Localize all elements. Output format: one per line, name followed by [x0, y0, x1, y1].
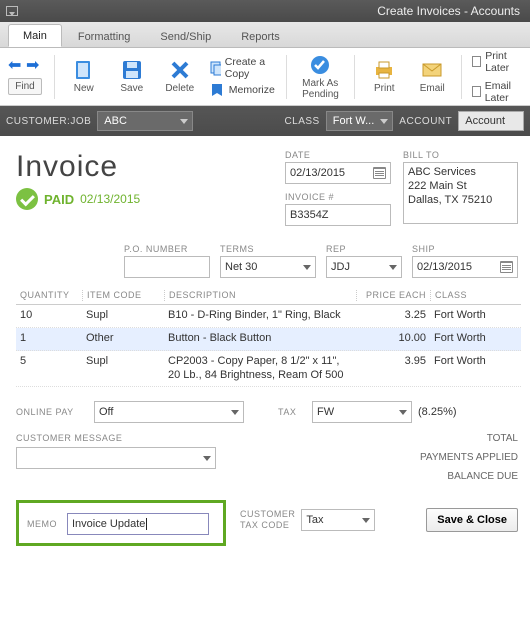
checkbox-icon	[472, 56, 481, 67]
account-label: ACCOUNT	[399, 116, 452, 127]
chevron-down-icon	[203, 456, 211, 461]
customerjob-dropdown[interactable]: ABC	[97, 111, 193, 131]
email-icon	[421, 59, 443, 81]
tab-formatting[interactable]: Formatting	[64, 26, 145, 47]
chevron-down-icon	[389, 265, 397, 270]
ship-date-field[interactable]: 02/13/2015	[412, 256, 518, 278]
ribbon: ⬅ ➡ Find New Save Delete Create a Copy M…	[0, 48, 530, 106]
table-row[interactable]: 10SuplB10 - D-Ring Binder, 1" Ring, Blac…	[16, 305, 521, 328]
rep-label: REP	[326, 244, 402, 254]
total-label: TOTAL	[398, 433, 518, 444]
chevron-down-icon	[303, 265, 311, 270]
customer-taxcode-dropdown[interactable]: Tax	[301, 509, 375, 531]
date-label: DATE	[285, 150, 391, 160]
po-label: P.O. NUMBER	[124, 244, 210, 254]
title-bar: Create Invoices - Accounts	[0, 0, 530, 22]
chevron-down-icon	[231, 410, 239, 415]
save-icon	[121, 59, 143, 81]
col-class: CLASS	[430, 290, 510, 301]
memo-label: MEMO	[27, 519, 57, 529]
find-button[interactable]: Find	[8, 78, 41, 95]
col-quantity: QUANTITY	[16, 290, 82, 301]
paid-label: PAID	[44, 192, 74, 207]
line-items-table: QUANTITY ITEM CODE DESCRIPTION PRICE EAC…	[16, 290, 521, 387]
terms-dropdown[interactable]: Net 30	[220, 256, 316, 278]
paid-date: 02/13/2015	[80, 192, 140, 206]
class-label: CLASS	[284, 116, 319, 127]
checkbox-icon	[472, 86, 481, 97]
print-later-checkbox[interactable]: Print Later	[472, 50, 524, 74]
copy-memorize-group: Create a Copy Memorize	[209, 56, 276, 98]
save-button[interactable]: Save	[113, 59, 151, 94]
tax-label: TAX	[278, 407, 306, 417]
memorize-icon	[209, 82, 225, 98]
billto-field[interactable]: ABC Services 222 Main St Dallas, TX 7521…	[403, 162, 518, 224]
context-bar: CUSTOMER:JOB ABC CLASS Fort W... ACCOUNT…	[0, 106, 530, 136]
delete-icon	[169, 59, 191, 81]
onlinepay-dropdown[interactable]: Off	[94, 401, 244, 423]
customerjob-label: CUSTOMER:JOB	[6, 116, 91, 127]
email-later-checkbox[interactable]: Email Later	[472, 80, 524, 104]
window-menu-icon[interactable]	[6, 6, 18, 16]
delete-button[interactable]: Delete	[161, 59, 199, 94]
paid-check-icon	[16, 188, 38, 210]
copy-icon	[209, 60, 221, 76]
mark-pending-button[interactable]: Mark AsPending	[296, 54, 344, 100]
chevron-down-icon	[180, 119, 188, 124]
tab-reports[interactable]: Reports	[227, 26, 294, 47]
calendar-icon[interactable]	[373, 167, 386, 179]
terms-label: TERMS	[220, 244, 316, 254]
ship-label: SHIP	[412, 244, 518, 254]
ribbon-tabs: Main Formatting Send/Ship Reports	[0, 22, 530, 48]
new-button[interactable]: New	[65, 59, 103, 94]
create-copy-button[interactable]: Create a Copy	[209, 56, 276, 80]
tax-percent: (8.25%)	[418, 406, 457, 418]
account-dropdown[interactable]: Account	[458, 111, 524, 131]
po-field[interactable]	[124, 256, 210, 278]
tab-sendship[interactable]: Send/Ship	[146, 26, 225, 47]
nav-group: ⬅ ➡ Find	[6, 58, 44, 95]
prev-arrow-icon[interactable]: ⬅	[8, 58, 24, 74]
date-field[interactable]: 02/13/2015	[285, 162, 391, 184]
calendar-icon[interactable]	[500, 261, 513, 273]
paid-stamp: PAID 02/13/2015	[16, 188, 265, 210]
chevron-down-icon	[362, 518, 370, 523]
window-title: Create Invoices - Accounts	[24, 4, 524, 18]
table-row[interactable]: 1OtherButton - Black Button10.00Fort Wor…	[16, 328, 521, 351]
memorize-button[interactable]: Memorize	[209, 82, 275, 98]
tab-main[interactable]: Main	[8, 24, 62, 47]
invoice-no-label: INVOICE #	[285, 192, 391, 202]
save-close-button[interactable]: Save & Close	[426, 508, 518, 532]
later-group: Print Later Email Later	[472, 50, 524, 104]
balance-due-label: BALANCE DUE	[398, 471, 518, 482]
invoice-no-field[interactable]: B3354Z	[285, 204, 391, 226]
tax-dropdown[interactable]: FW	[312, 401, 412, 423]
onlinepay-label: ONLINE PAY	[16, 407, 84, 417]
col-description: DESCRIPTION	[164, 290, 356, 301]
print-icon	[373, 59, 395, 81]
next-arrow-icon[interactable]: ➡	[26, 58, 42, 74]
class-dropdown[interactable]: Fort W...	[326, 111, 394, 131]
payments-applied-label: PAYMENTS APPLIED	[398, 452, 518, 463]
email-button[interactable]: Email	[413, 59, 451, 94]
memo-highlight: MEMO Invoice Update	[16, 500, 226, 546]
page-title: Invoice	[16, 150, 265, 184]
check-circle-icon	[309, 54, 331, 76]
new-icon	[73, 59, 95, 81]
rep-dropdown[interactable]: JDJ	[326, 256, 402, 278]
customer-taxcode-label: CUSTOMERTAX CODE	[240, 509, 295, 531]
table-row[interactable]: 5SuplCP2003 - Copy Paper, 8 1/2" x 11", …	[16, 351, 521, 388]
chevron-down-icon	[399, 410, 407, 415]
memo-input[interactable]: Invoice Update	[67, 513, 209, 535]
col-itemcode: ITEM CODE	[82, 290, 164, 301]
col-priceeach: PRICE EACH	[356, 290, 430, 301]
customer-message-label: CUSTOMER MESSAGE	[16, 433, 122, 443]
customer-message-dropdown[interactable]	[16, 447, 216, 469]
chevron-down-icon	[380, 119, 388, 124]
print-button[interactable]: Print	[365, 59, 403, 94]
billto-label: BILL TO	[403, 150, 518, 160]
